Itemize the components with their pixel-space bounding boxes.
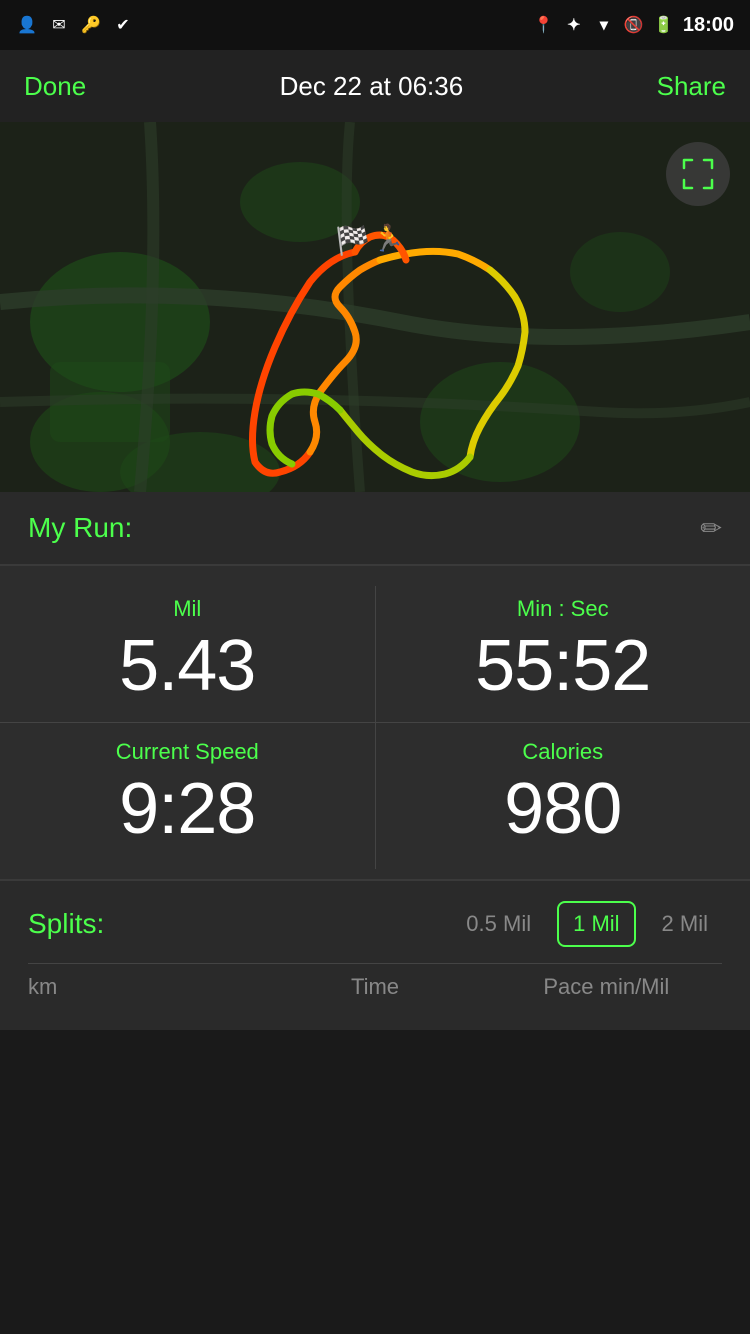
distance-value: 5.43 (119, 630, 255, 702)
my-run-label: My Run: (28, 512, 132, 544)
calories-value: 980 (504, 773, 621, 845)
splits-col-km: km (28, 974, 259, 1000)
speed-label: Current Speed (116, 739, 259, 765)
splits-buttons: 0.5 Mil 1 Mil 2 Mil (452, 901, 722, 947)
time-value: 55:52 (475, 630, 650, 702)
battery-icon: 🔋 (653, 14, 675, 36)
time-stat: Min : Sec 55:52 (376, 586, 750, 723)
edit-icon[interactable]: ✏ (700, 513, 722, 544)
splits-table-header: km Time Pace min/Mil (28, 963, 722, 1010)
split-1mil-button[interactable]: 1 Mil (557, 901, 635, 947)
calories-label: Calories (522, 739, 603, 765)
status-icons-left: 👤 ✉ 🔑 ✔ (16, 14, 134, 36)
my-run-section: My Run: ✏ (0, 492, 750, 564)
distance-label: Mil (173, 596, 201, 622)
signal-icon: 📵 (623, 14, 645, 36)
person-icon: 👤 (16, 14, 38, 36)
status-time: 18:00 (683, 14, 734, 37)
calories-stat: Calories 980 (376, 723, 750, 869)
stats-row-2: Current Speed 9:28 Calories 980 (0, 723, 750, 869)
splits-col-time: Time (259, 974, 490, 1000)
location-icon: 📍 (533, 14, 555, 36)
split-2mil-button[interactable]: 2 Mil (648, 903, 722, 945)
splits-col-pace: Pace min/Mil (491, 974, 722, 1000)
stats-row-1: Mil 5.43 Min : Sec 55:52 (0, 586, 750, 723)
done-button[interactable]: Done (24, 71, 86, 102)
map-container: 🏁 🏃 (0, 122, 750, 492)
time-label: Min : Sec (517, 596, 609, 622)
nav-title: Dec 22 at 06:36 (280, 71, 464, 102)
wifi-icon: ▾ (593, 14, 615, 36)
svg-text:🏃: 🏃 (372, 223, 404, 253)
email-icon: ✉ (48, 14, 70, 36)
splits-header: Splits: 0.5 Mil 1 Mil 2 Mil (28, 901, 722, 947)
splits-section: Splits: 0.5 Mil 1 Mil 2 Mil km Time Pace… (0, 881, 750, 1030)
bluetooth-icon: ✦ (563, 14, 585, 36)
check-icon: ✔ (112, 14, 134, 36)
distance-stat: Mil 5.43 (0, 586, 376, 723)
share-button[interactable]: Share (657, 71, 726, 102)
key-icon: 🔑 (80, 14, 102, 36)
speed-value: 9:28 (119, 773, 255, 845)
route-map: 🏁 🏃 (0, 122, 750, 492)
status-icons-right: 📍 ✦ ▾ 📵 🔋 18:00 (533, 14, 734, 37)
expand-button[interactable] (666, 142, 730, 206)
splits-label: Splits: (28, 908, 104, 940)
split-05mil-button[interactable]: 0.5 Mil (452, 903, 545, 945)
status-bar: 👤 ✉ 🔑 ✔ 📍 ✦ ▾ 📵 🔋 18:00 (0, 0, 750, 50)
speed-stat: Current Speed 9:28 (0, 723, 376, 869)
stats-container: Mil 5.43 Min : Sec 55:52 Current Speed 9… (0, 566, 750, 879)
svg-text:🏁: 🏁 (335, 224, 370, 257)
top-nav: Done Dec 22 at 06:36 Share (0, 50, 750, 122)
